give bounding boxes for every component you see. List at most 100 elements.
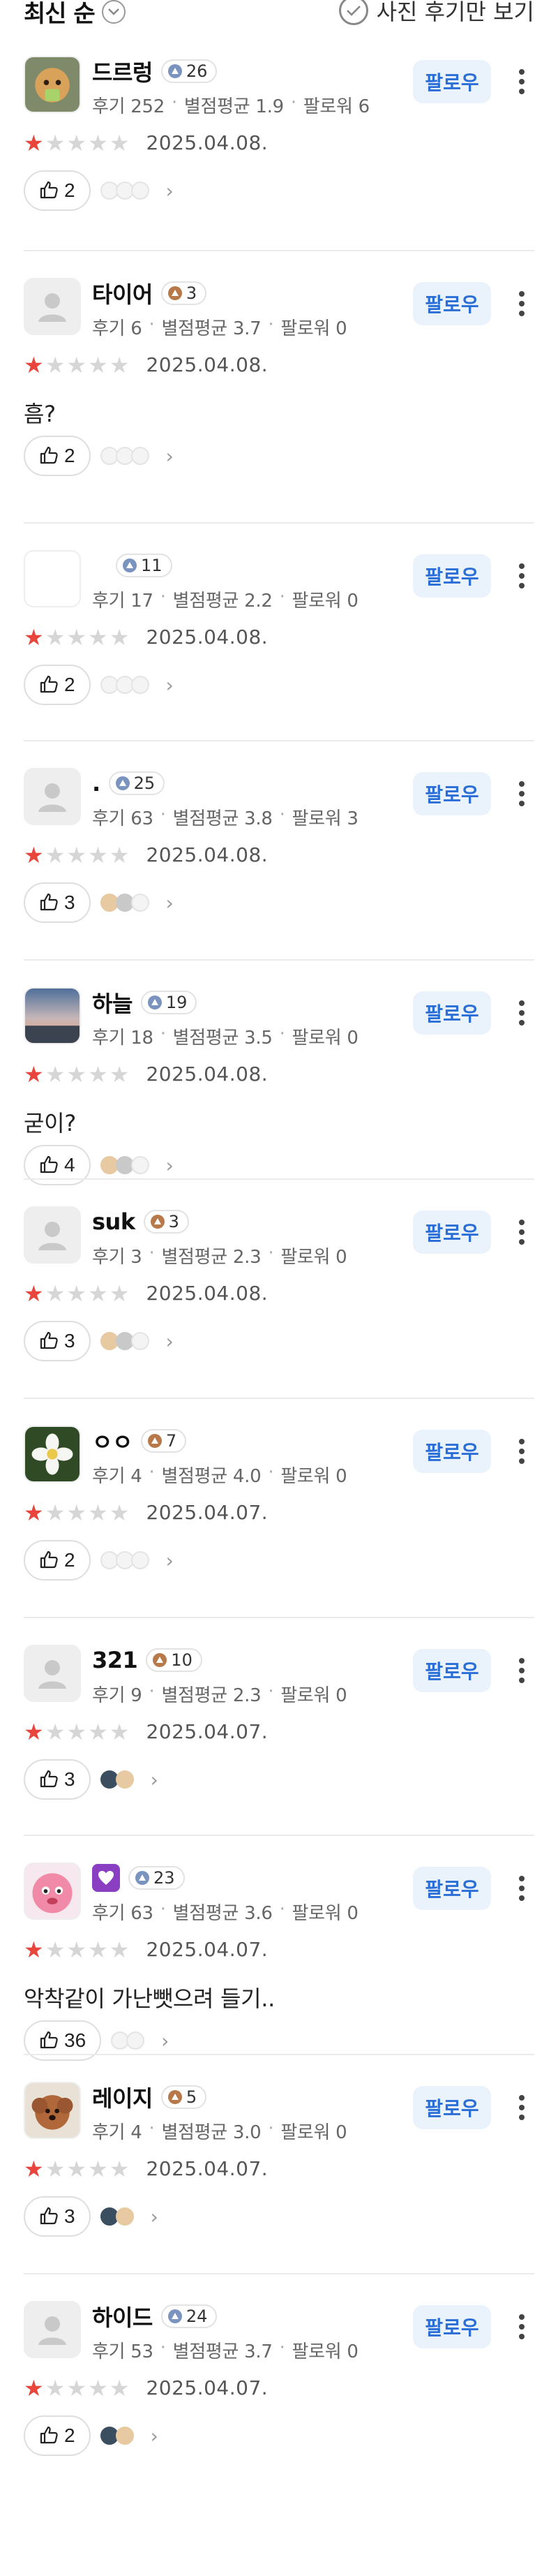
like-button[interactable]: 2 [24,170,91,211]
chevron-right-icon[interactable]: › [166,179,174,202]
more-options-icon[interactable] [508,1430,536,1473]
like-button[interactable]: 2 [24,665,91,705]
follow-button[interactable]: 팔로우 [413,554,491,598]
reviewer-name[interactable]: . [92,770,100,797]
likers-list[interactable] [100,1156,149,1174]
more-options-icon[interactable] [508,2305,536,2348]
chevron-right-icon[interactable]: › [151,2205,158,2228]
reviewer-stats: 후기 3 · 별점평균 2.3 · 팔로워 0 [92,1243,347,1268]
reviewer-avatar[interactable] [24,2082,81,2139]
reviewer-avatar[interactable] [24,1645,81,1702]
like-count: 2 [64,674,75,695]
more-options-icon[interactable] [508,554,536,598]
review-actions: 3 › [24,882,174,923]
review-actions: 2 › [24,2415,158,2456]
chevron-right-icon[interactable]: › [166,1549,174,1572]
review-count: 3 [130,1247,142,1268]
follower-count: 0 [335,1685,347,1706]
chevron-right-icon[interactable]: › [151,2425,158,2448]
follow-button[interactable]: 팔로우 [413,2086,491,2129]
more-options-icon[interactable] [508,282,536,325]
reviewer-avatar[interactable] [24,2301,81,2358]
review-count: 4 [130,1466,142,1487]
chevron-right-icon[interactable]: › [166,1154,174,1177]
likers-list[interactable] [100,182,149,200]
reviewer-avatar[interactable] [24,278,81,335]
star-icon: ★ [24,351,44,378]
rating-row: ★ ★ ★ ★ ★ 2025.04.08. [24,1063,268,1086]
chevron-right-icon[interactable]: › [151,1768,158,1791]
level-badge: 23 [128,1866,185,1890]
follow-button[interactable]: 팔로우 [413,282,491,325]
follow-button[interactable]: 팔로우 [413,2305,491,2348]
reviewer-name[interactable]: 드르렁 [92,55,153,87]
like-button[interactable]: 3 [24,1321,91,1361]
reviewer-avatar[interactable] [24,550,81,607]
like-button[interactable]: 3 [24,882,91,923]
like-button[interactable]: 2 [24,2415,91,2456]
review-actions: 2 › [24,436,174,476]
more-options-icon[interactable] [508,991,536,1035]
likers-list[interactable] [100,2427,134,2445]
more-options-icon[interactable] [508,2086,536,2129]
more-options-icon[interactable] [508,772,536,815]
follow-button[interactable]: 팔로우 [413,772,491,815]
star-icon: ★ [66,841,87,868]
reviewer-stats: 후기 53 · 별점평균 3.7 · 팔로워 0 [92,2337,359,2362]
reviewer-name[interactable]: 하늘 [92,986,133,1019]
level-badge: 10 [146,1648,202,1672]
photo-only-toggle[interactable]: 사진 후기만 보기 [338,0,534,27]
reviewer-name[interactable]: ㅇㅇ [92,1425,133,1457]
reviewer-avatar[interactable] [24,987,81,1044]
more-options-icon[interactable] [508,1211,536,1254]
star-rating: ★ ★ ★ ★ ★ [24,1721,129,1743]
photo-only-label: 사진 후기만 보기 [376,0,534,25]
reviewer-name[interactable]: 레이지 [92,2081,153,2113]
star-icon: ★ [88,841,108,868]
rating-row: ★ ★ ★ ★ ★ 2025.04.07. [24,2157,268,2180]
likers-list[interactable] [100,1332,149,1350]
follow-button[interactable]: 팔로우 [413,991,491,1035]
chevron-right-icon[interactable]: › [166,1330,174,1353]
follow-button[interactable]: 팔로우 [413,1211,491,1254]
more-options-icon[interactable] [508,1867,536,1910]
likers-list[interactable] [100,676,149,694]
like-button[interactable]: 2 [24,436,91,476]
likers-list[interactable] [111,2031,145,2050]
reviewer-avatar[interactable] [24,768,81,825]
liker-avatar [115,2207,134,2226]
reviewer-avatar[interactable] [24,1426,81,1483]
more-options-icon[interactable] [508,1649,536,1692]
follow-button[interactable]: 팔로우 [413,1867,491,1910]
review-date: 2025.04.08. [146,1282,269,1305]
likers-list[interactable] [100,894,149,912]
likers-list[interactable] [100,1551,149,1569]
reviewer-name[interactable]: 321 [92,1647,138,1673]
review-actions: 3 › [24,1321,174,1361]
reviewer-name-row: 드르렁 26 [92,55,218,87]
reviewer-name[interactable]: 타이어 [92,277,153,309]
follow-button[interactable]: 팔로우 [413,60,491,103]
sort-dropdown[interactable]: 최신 순 [24,0,126,29]
follow-button[interactable]: 팔로우 [413,1430,491,1473]
reviewer-avatar[interactable] [24,1206,81,1264]
chevron-right-icon[interactable]: › [166,891,174,915]
reviewer-avatar[interactable] [24,56,81,113]
follow-button[interactable]: 팔로우 [413,1649,491,1692]
star-rating: ★ ★ ★ ★ ★ [24,626,129,649]
like-button[interactable]: 3 [24,2196,91,2237]
likers-list[interactable] [100,2207,134,2226]
chevron-right-icon[interactable]: › [166,445,174,468]
likers-list[interactable] [100,1770,134,1789]
liker-avatar [115,1770,134,1789]
reviewer-avatar[interactable] [24,1863,81,1920]
like-button[interactable]: 2 [24,1540,91,1581]
more-options-icon[interactable] [508,60,536,103]
chevron-right-icon[interactable]: › [166,674,174,697]
likers-list[interactable] [100,447,149,465]
chevron-right-icon[interactable]: › [161,2029,169,2052]
reviewer-name[interactable]: suk [92,1208,135,1235]
level-badge: 3 [160,281,207,305]
like-button[interactable]: 3 [24,1759,91,1800]
reviewer-name[interactable]: 하이드 [92,2300,153,2332]
